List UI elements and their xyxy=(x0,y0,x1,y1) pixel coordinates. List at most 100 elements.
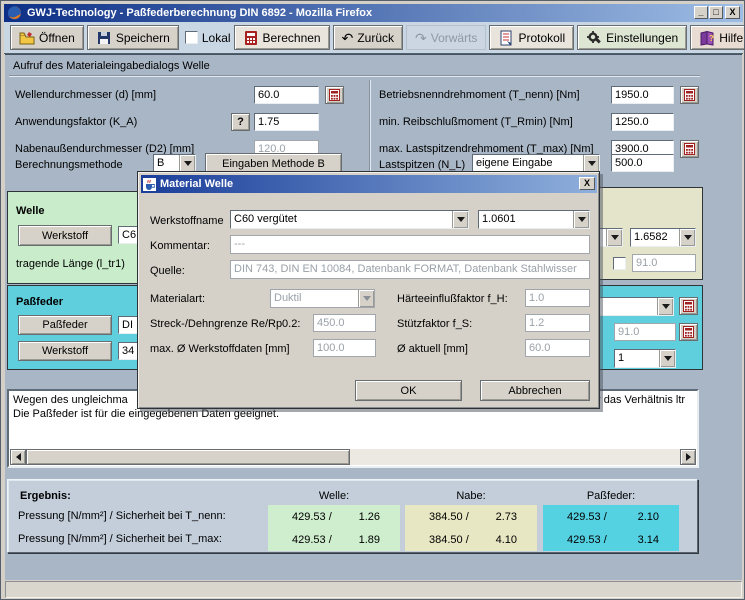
result-passfeder-tmax: 429.53 /3.14 xyxy=(543,528,679,551)
scrollbar-thumb[interactable] xyxy=(26,449,350,465)
nabe-number-combo[interactable]: 1.6582 xyxy=(630,228,696,247)
tragende-laenge-label: tragende Länge (l_tr1) xyxy=(16,258,125,270)
kommentar-label: Kommentar: xyxy=(150,240,210,252)
result-nabe-tnenn: 384.50 /2.73 xyxy=(405,505,537,528)
help-label: Hilfe xyxy=(719,31,743,45)
svg-text:?: ? xyxy=(709,34,714,43)
cancel-button[interactable]: Abbrechen xyxy=(480,380,590,401)
haerte-label: Härteeinflußfaktor f_H: xyxy=(397,293,508,305)
anwendungsfaktor-input[interactable]: 1.75 xyxy=(254,113,319,131)
tnenn-calc-button[interactable] xyxy=(680,86,699,104)
tnenn-input[interactable]: 1950.0 xyxy=(611,86,674,104)
maximize-button[interactable]: □ xyxy=(709,6,723,19)
nabe-value-field: 91.0 xyxy=(632,254,696,272)
result-welle-tmax: 429.53 /1.89 xyxy=(268,528,400,551)
help-book-icon: ? xyxy=(699,30,715,46)
dropdown-arrow-icon[interactable] xyxy=(606,229,622,246)
save-button[interactable]: Speichern xyxy=(87,25,179,50)
dropdown-arrow-icon xyxy=(358,290,374,307)
nabe-number-value: 1.6582 xyxy=(634,231,668,243)
dropdown-arrow-icon[interactable] xyxy=(657,298,673,315)
help-button[interactable]: ? Hilfe xyxy=(690,25,745,50)
scroll-right-button[interactable] xyxy=(680,449,696,465)
calculate-button[interactable]: Berechnen xyxy=(234,25,330,50)
wellendurchmesser-input[interactable]: 60.0 xyxy=(254,86,319,104)
forward-button: ↷ Vorwärts xyxy=(406,25,486,50)
tnenn-label: Betriebsnenndrehmoment (T_nenn) [Nm] xyxy=(379,89,580,101)
window-title: GWJ-Technology - Paßfederberechnung DIN … xyxy=(27,7,372,19)
message-line1-right: r das Verhältnis ltr xyxy=(597,394,685,406)
settings-tools-icon xyxy=(586,30,602,46)
berechnungsmethode-value: B xyxy=(157,157,164,169)
back-button[interactable]: ↶ Zurück xyxy=(333,25,403,50)
column-passfeder: Paßfeder: xyxy=(543,490,679,502)
dialog-close-button[interactable]: X xyxy=(579,177,595,190)
status-line: Aufruf des Materialeingabedialogs Welle xyxy=(13,60,210,72)
dropdown-arrow-icon[interactable] xyxy=(659,350,675,367)
wellendurchmesser-calc-button[interactable] xyxy=(325,86,344,104)
back-label: Zurück xyxy=(357,31,394,45)
settings-button[interactable]: Einstellungen xyxy=(577,25,687,50)
browser-statusbar xyxy=(5,581,742,598)
materialart-combo: Duktil xyxy=(270,289,375,308)
horizontal-scrollbar[interactable] xyxy=(10,449,696,465)
save-floppy-icon xyxy=(96,30,112,46)
forward-label: Vorwärts xyxy=(431,31,478,45)
tmax-calc-button[interactable] xyxy=(680,140,699,158)
minimize-button[interactable]: _ xyxy=(694,6,708,19)
open-button[interactable]: Öffnen xyxy=(10,25,84,50)
dropdown-arrow-icon[interactable] xyxy=(583,155,599,172)
passfeder-button[interactable]: Paßfeder xyxy=(18,315,112,335)
dropdown-arrow-icon[interactable] xyxy=(452,211,468,228)
passfeder-calc-button-1[interactable] xyxy=(679,297,698,315)
dropdown-arrow-icon[interactable] xyxy=(679,229,695,246)
passfeder-calc-button-2[interactable] xyxy=(679,323,698,341)
calculate-label: Berechnen xyxy=(263,31,321,45)
result-nabe-tmax: 384.50 /4.10 xyxy=(405,528,537,551)
ok-button[interactable]: OK xyxy=(355,380,462,401)
protocol-button[interactable]: Protokoll xyxy=(489,25,574,50)
scroll-left-button[interactable] xyxy=(10,449,26,465)
passfeder-title: Paßfeder xyxy=(16,296,63,308)
protocol-label: Protokoll xyxy=(518,31,565,45)
settings-label: Einstellungen xyxy=(606,31,678,45)
kommentar-field: --- xyxy=(230,235,590,254)
dropdown-arrow-icon[interactable] xyxy=(179,155,195,172)
passfeder-werkstoff-button[interactable]: Werkstoff xyxy=(18,341,112,361)
dialog-titlebar[interactable]: Material Welle X xyxy=(141,175,597,193)
materialart-label: Materialart: xyxy=(150,293,205,305)
streck-label: Streck-/Dehngrenze Re/Rp0.2: xyxy=(150,318,300,330)
results-panel: Ergebnis: Welle: Nabe: Paßfeder: Pressun… xyxy=(7,479,698,553)
dialog-title: Material Welle xyxy=(160,178,233,190)
message-line2: Die Paßfeder ist für die eingegebenen Da… xyxy=(13,408,279,420)
passfeder-count-combo[interactable]: 1 xyxy=(614,349,676,368)
local-label: Lokal xyxy=(202,31,231,45)
werkstoffname-label: Werkstoffname xyxy=(150,215,224,227)
document-icon xyxy=(498,30,514,46)
anwendungsfaktor-label: Anwendungsfaktor (K_A) xyxy=(15,116,137,128)
form-separator xyxy=(9,75,700,77)
werkstoffname-combo[interactable]: C60 vergütet xyxy=(230,210,469,229)
result-row1-label: Pressung [N/mm²] / Sicherheit bei T_nenn… xyxy=(18,510,226,522)
java-cup-icon xyxy=(143,178,156,191)
application-window: GWJ-Technology - Paßfederberechnung DIN … xyxy=(0,0,745,600)
material-number-value: 1.0601 xyxy=(482,213,516,225)
question-button[interactable]: ? xyxy=(231,113,250,131)
close-button[interactable]: X xyxy=(725,6,740,19)
lastspitzen-input[interactable]: 500.0 xyxy=(611,154,674,172)
material-number-combo[interactable]: 1.0601 xyxy=(478,210,590,229)
berechnungsmethode-label: Berechnungsmethode xyxy=(15,159,123,171)
trmin-input[interactable]: 1250.0 xyxy=(611,113,674,131)
toolbar: Öffnen Speichern Lokal Berechnen ↶ Zurüc… xyxy=(4,22,743,54)
maxd-field: 100.0 xyxy=(313,339,376,357)
save-label: Speichern xyxy=(116,31,170,45)
firefox-icon xyxy=(7,5,23,21)
nabe-checkbox[interactable] xyxy=(613,257,626,270)
haerte-field: 1.0 xyxy=(525,289,590,307)
material-welle-dialog: Material Welle X Werkstoffname C60 vergü… xyxy=(137,171,600,409)
local-checkbox-group: Lokal xyxy=(185,31,231,45)
welle-werkstoff-button[interactable]: Werkstoff xyxy=(18,225,112,246)
lastspitzen-label: Lastspitzen (N_L) xyxy=(379,159,465,171)
local-checkbox[interactable] xyxy=(185,31,198,44)
dropdown-arrow-icon[interactable] xyxy=(573,211,589,228)
